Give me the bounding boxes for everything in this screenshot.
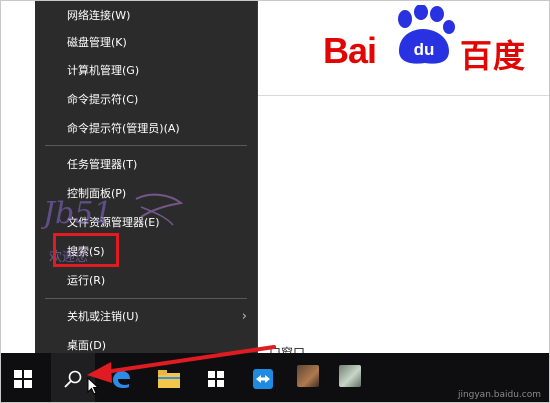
menu-item-label: 运行(R)	[67, 274, 106, 287]
baidu-logo-chinese: 百度	[460, 37, 527, 75]
search-icon	[64, 370, 82, 388]
baidu-logo-latin: Bai	[323, 30, 377, 71]
menu-item-command-prompt[interactable]: 命令提示符(C)	[35, 85, 257, 114]
windows-logo-icon	[14, 369, 32, 388]
menu-item-label: 磁盘管理(K)	[67, 36, 127, 49]
start-button[interactable]	[1, 353, 45, 402]
winx-context-menu: 网络连接(W) 磁盘管理(K) 计算机管理(G) 命令提示符(C) 命令提示符(…	[35, 1, 258, 366]
app-icon-blurred-1[interactable]	[297, 365, 319, 387]
teamviewer-icon	[253, 368, 273, 389]
taskbar-teamviewer[interactable]	[241, 353, 285, 402]
screenshot-frame: Bai du 百度 口窗口 网络连接(W) 磁盘管理(K) 计算机管理(G) 命…	[0, 0, 550, 403]
menu-item-label: 命令提示符(管理员)(A)	[67, 122, 180, 135]
menu-item-shutdown-signout[interactable]: 关机或注销(U) ›	[35, 302, 257, 331]
menu-separator	[45, 145, 247, 146]
chevron-right-icon: ›	[241, 309, 247, 324]
menu-item-label: 桌面(D)	[67, 339, 107, 352]
taskbar-edge[interactable]	[99, 353, 143, 402]
baidu-logo: Bai du 百度	[319, 5, 534, 75]
search-item-highlight-box	[53, 233, 119, 267]
menu-item-network-connections[interactable]: 网络连接(W)	[35, 1, 257, 30]
taskbar-store[interactable]	[194, 353, 238, 402]
menu-item-label: 网络连接(W)	[67, 9, 131, 22]
menu-item-label: 文件资源管理器(E)	[67, 216, 160, 229]
menu-item-label: 任务管理器(T)	[67, 158, 138, 171]
edge-browser-icon	[113, 370, 130, 388]
menu-separator	[45, 298, 247, 299]
menu-item-label: 控制面板(P)	[67, 187, 127, 200]
mouse-cursor-icon	[87, 377, 99, 395]
menu-item-label: 关机或注销(U)	[67, 310, 139, 323]
menu-item-run[interactable]: 运行(R)	[35, 266, 257, 295]
store-icon	[208, 370, 224, 387]
site-watermark: jingyan.baidu.com	[457, 390, 541, 400]
app-icon-blurred-2[interactable]	[339, 365, 361, 387]
baidu-paw-icon: du	[398, 5, 455, 64]
menu-item-label: 命令提示符(C)	[67, 93, 139, 106]
menu-item-control-panel[interactable]: 控制面板(P)	[35, 179, 257, 208]
baidu-paw-text: du	[414, 40, 435, 59]
taskbar-file-explorer[interactable]	[147, 353, 191, 402]
file-explorer-icon	[158, 369, 180, 388]
menu-item-label: 计算机管理(G)	[67, 64, 140, 77]
menu-item-task-manager[interactable]: 任务管理器(T)	[35, 150, 257, 179]
menu-item-command-prompt-admin[interactable]: 命令提示符(管理员)(A)	[35, 114, 257, 143]
menu-item-computer-management[interactable]: 计算机管理(G)	[35, 56, 257, 85]
menu-item-disk-management[interactable]: 磁盘管理(K)	[35, 28, 257, 57]
page-divider	[256, 95, 549, 96]
